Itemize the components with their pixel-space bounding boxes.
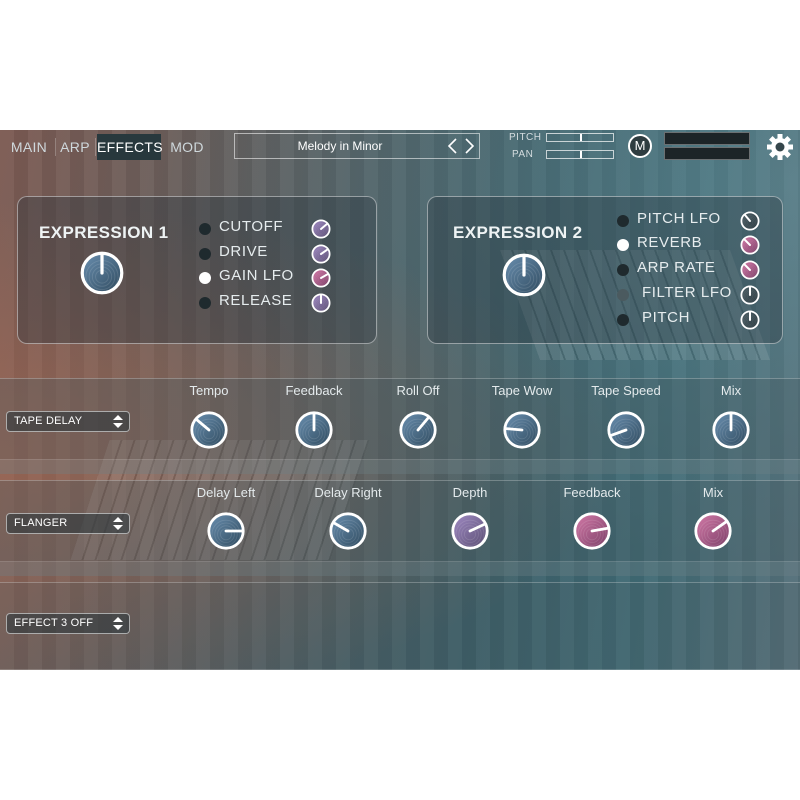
mix-knob[interactable] [693, 511, 733, 551]
effect-1-divider [0, 460, 800, 474]
destination-amount-knob[interactable] [311, 293, 331, 313]
pitch-label: PITCH [509, 132, 542, 143]
pan-label: PAN [512, 149, 534, 160]
tempo-label: Tempo [189, 383, 229, 398]
preset-name[interactable]: Melody in Minor [235, 134, 445, 158]
expression-2-destination[interactable]: FILTER LFO [617, 284, 767, 306]
preset-browser[interactable]: Melody in Minor [234, 133, 480, 159]
destination-toggle[interactable] [617, 239, 629, 251]
destination-toggle[interactable] [617, 314, 629, 326]
destination-label: DRIVE [219, 243, 268, 260]
feedback-knob[interactable] [294, 410, 334, 450]
destination-toggle[interactable] [617, 289, 629, 301]
destination-label: REVERB [637, 234, 703, 251]
destination-label: PITCH [642, 309, 690, 326]
destination-label: RELEASE [219, 292, 293, 309]
mix-knob[interactable] [711, 410, 751, 450]
tab-divider [95, 138, 96, 156]
expression-2-destination[interactable]: PITCH [617, 309, 767, 331]
delay-left-knob[interactable] [206, 511, 246, 551]
m-button[interactable]: M [628, 134, 652, 158]
destination-amount-knob[interactable] [740, 235, 760, 255]
mix-label: Mix [720, 383, 742, 398]
depth-label: Depth [452, 485, 488, 500]
expression-2-destination[interactable]: PITCH LFO [617, 210, 767, 232]
tape-wow-label: Tape Wow [491, 383, 553, 398]
expression-1-destination[interactable]: CUTOFF [199, 218, 349, 240]
destination-label: PITCH LFO [637, 210, 721, 227]
effect-3-selector-label: EFFECT 3 OFF [14, 617, 94, 629]
tape-speed-knob[interactable] [606, 410, 646, 450]
destination-amount-knob[interactable] [740, 285, 760, 305]
level-meter-top [664, 132, 750, 145]
feedback-label: Feedback [285, 383, 343, 398]
destination-label: ARP RATE [637, 259, 716, 276]
expression-1-destination[interactable]: RELEASE [199, 292, 349, 314]
tab-arp[interactable]: ARP [58, 134, 92, 160]
destination-toggle[interactable] [199, 223, 211, 235]
delay-left-label: Delay Left [196, 485, 256, 500]
tape-wow-knob[interactable] [502, 410, 542, 450]
up-down-arrows-icon [113, 415, 123, 428]
destination-amount-knob[interactable] [740, 310, 760, 330]
effect-2-divider [0, 562, 800, 576]
tab-mod[interactable]: MOD [164, 134, 210, 160]
gear-icon[interactable] [764, 132, 796, 162]
effect-1-selector[interactable]: TAPE DELAY [6, 411, 130, 432]
effect-2-selector-label: FLANGER [14, 517, 68, 529]
destination-toggle[interactable] [617, 264, 629, 276]
expression-1-destination[interactable]: GAIN LFO [199, 267, 349, 289]
pitch-slider[interactable] [546, 133, 614, 142]
destination-amount-knob[interactable] [311, 268, 331, 288]
expression-1-destination[interactable]: DRIVE [199, 243, 349, 265]
expression-1-knob[interactable] [79, 250, 125, 296]
destination-amount-knob[interactable] [740, 211, 760, 231]
expression-2-destination[interactable]: REVERB [617, 234, 767, 256]
destination-amount-knob[interactable] [740, 260, 760, 280]
feedback-knob[interactable] [572, 511, 612, 551]
chevron-left-icon[interactable] [445, 137, 461, 155]
roll-off-label: Roll Off [396, 383, 440, 398]
effect-2-selector[interactable]: FLANGER [6, 513, 130, 534]
expression-2-destination[interactable]: ARP RATE [617, 259, 767, 281]
tab-divider [55, 138, 56, 156]
effect-1-selector-label: TAPE DELAY [14, 415, 83, 427]
destination-toggle[interactable] [199, 297, 211, 309]
pan-slider[interactable] [546, 150, 614, 159]
destination-label: CUTOFF [219, 218, 284, 235]
feedback-label: Feedback [563, 485, 621, 500]
destination-amount-knob[interactable] [311, 244, 331, 264]
destination-toggle[interactable] [199, 248, 211, 260]
tape-speed-label: Tape Speed [591, 383, 661, 398]
expression-2-title: EXPRESSION 2 [453, 223, 583, 242]
delay-right-knob[interactable] [328, 511, 368, 551]
destination-toggle[interactable] [617, 215, 629, 227]
destination-label: GAIN LFO [219, 267, 294, 284]
level-meter-bottom [664, 147, 750, 160]
destination-toggle[interactable] [199, 272, 211, 284]
destination-label: FILTER LFO [642, 284, 732, 301]
tab-effects[interactable]: EFFECTS [97, 134, 163, 160]
up-down-arrows-icon [113, 517, 123, 530]
tempo-knob[interactable] [189, 410, 229, 450]
up-down-arrows-icon [113, 617, 123, 630]
expression-2-panel: EXPRESSION 2 PITCH LFO REVERB ARP RATE F… [427, 196, 783, 344]
chevron-right-icon[interactable] [461, 137, 477, 155]
roll-off-knob[interactable] [398, 410, 438, 450]
destination-amount-knob[interactable] [311, 219, 331, 239]
expression-2-knob[interactable] [501, 252, 547, 298]
mix-label: Mix [702, 485, 724, 500]
depth-knob[interactable] [450, 511, 490, 551]
tab-main[interactable]: MAIN [6, 134, 52, 160]
synth-plugin-window: MAIN ARP EFFECTS MOD Melody in Minor PIT… [0, 130, 800, 670]
delay-right-label: Delay Right [314, 485, 382, 500]
expression-1-title: EXPRESSION 1 [39, 223, 169, 242]
effect-3-selector[interactable]: EFFECT 3 OFF [6, 613, 130, 634]
expression-1-panel: EXPRESSION 1 CUTOFF DRIVE GAIN LFO RELEA… [17, 196, 377, 344]
